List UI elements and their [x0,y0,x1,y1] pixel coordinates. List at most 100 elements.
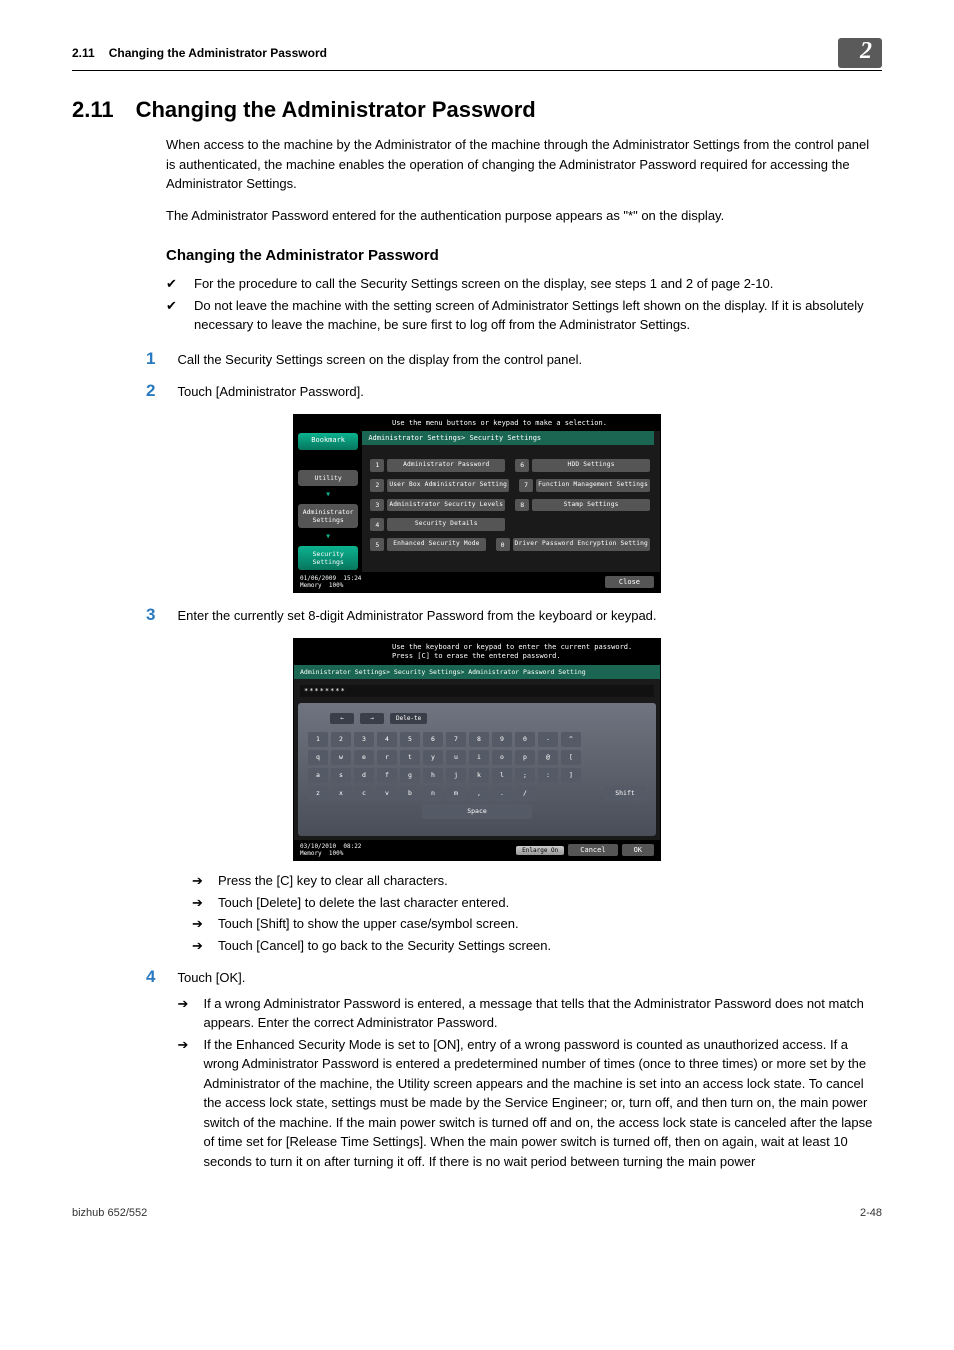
arrow-right-button[interactable]: → [360,713,384,724]
key[interactable]: d [354,768,374,783]
key[interactable]: r [377,750,397,765]
step-number-2: 2 [146,381,155,401]
panel-date: 03/10/2010 [300,843,336,850]
cancel-button[interactable]: Cancel [568,844,617,856]
panel-instruction-line2: Press [C] to erase the entered password. [392,652,654,661]
space-key[interactable]: Space [422,804,532,819]
key[interactable]: l [492,768,512,783]
key[interactable]: 9 [492,732,512,747]
key[interactable]: ; [515,768,535,783]
delete-button[interactable]: Dele-te [390,713,427,724]
menu-function-mgmt[interactable]: Function Management Settings [536,479,650,492]
key[interactable]: w [331,750,351,765]
chevron-down-icon: ▾ [298,534,358,540]
menu-stamp-settings[interactable]: Stamp Settings [532,499,650,512]
menu-admin-password[interactable]: Administrator Password [387,459,505,472]
step-text-1: Call the Security Settings screen on the… [177,350,882,370]
substep-3a: Press the [C] key to clear all character… [218,871,448,891]
arrow-right-icon: ➔ [192,936,208,956]
subheading: Changing the Administrator Password [166,247,874,264]
key[interactable]: t [400,750,420,765]
step-text-3: Enter the currently set 8-digit Administ… [177,606,882,626]
substep-3c: Touch [Shift] to show the upper case/sym… [218,914,519,934]
key[interactable]: 3 [354,732,374,747]
menu-security-details[interactable]: Security Details [387,518,505,531]
sidebar-security-settings[interactable]: Security Settings [298,546,358,570]
sidebar-utility[interactable]: Utility [298,470,358,486]
arrow-right-icon: ➔ [192,893,208,913]
key[interactable]: - [538,732,558,747]
ok-button[interactable]: OK [622,844,654,856]
key[interactable]: 0 [515,732,535,747]
footer-model: bizhub 652/552 [72,1207,147,1219]
key[interactable]: 8 [469,732,489,747]
keyboard-row-4: zxcvbnm,./ Shift [308,786,646,801]
key[interactable]: j [446,768,466,783]
screenshot-security-settings: Use the menu buttons or keypad to make a… [293,414,661,593]
checkmark-icon: ✔ [166,274,180,294]
menu-key-8[interactable]: 8 [515,499,529,512]
substep-4a: If a wrong Administrator Password is ent… [203,994,882,1033]
menu-key-4[interactable]: 4 [370,518,384,531]
key[interactable]: s [331,768,351,783]
key[interactable]: q [308,750,328,765]
sidebar-admin-settings[interactable]: Administrator Settings [298,504,358,528]
menu-userbox-admin[interactable]: User Box Administrator Setting [387,479,509,492]
key[interactable]: p [515,750,535,765]
key[interactable]: f [377,768,397,783]
menu-driver-pw-encrypt[interactable]: Driver Password Encryption Setting [513,538,650,551]
substep-3d: Touch [Cancel] to go back to the Securit… [218,936,551,956]
key[interactable]: 4 [377,732,397,747]
key[interactable]: u [446,750,466,765]
key[interactable]: h [423,768,443,783]
password-field[interactable]: ******** [300,685,654,697]
key[interactable]: o [492,750,512,765]
key[interactable]: 2 [331,732,351,747]
menu-hdd-settings[interactable]: HDD Settings [532,459,650,472]
key[interactable]: a [308,768,328,783]
chapter-badge: 2 [838,38,882,68]
key[interactable]: e [354,750,374,765]
menu-admin-sec-levels[interactable]: Administrator Security Levels [387,499,505,512]
key[interactable]: z [308,786,328,801]
key[interactable]: / [515,786,535,801]
panel-time: 08:22 [343,843,361,850]
close-button[interactable]: Close [605,576,654,588]
key[interactable]: 1 [308,732,328,747]
key[interactable]: m [446,786,466,801]
key[interactable]: b [400,786,420,801]
menu-key-3[interactable]: 3 [370,499,384,512]
key[interactable]: x [331,786,351,801]
key[interactable]: ^ [561,732,581,747]
panel-time: 15:24 [343,575,361,582]
menu-enhanced-security[interactable]: Enhanced Security Mode [387,538,485,551]
checkmark-icon: ✔ [166,296,180,335]
key[interactable]: y [423,750,443,765]
shift-key[interactable]: Shift [604,786,646,801]
key[interactable]: . [492,786,512,801]
key[interactable]: 5 [400,732,420,747]
key[interactable]: [ [561,750,581,765]
enlarge-toggle[interactable]: Enlarge On [516,846,564,855]
key[interactable]: 6 [423,732,443,747]
key[interactable]: : [538,768,558,783]
key[interactable]: i [469,750,489,765]
menu-key-1[interactable]: 1 [370,459,384,472]
key[interactable]: c [354,786,374,801]
key[interactable]: @ [538,750,558,765]
menu-key-6[interactable]: 6 [515,459,529,472]
menu-key-5[interactable]: 5 [370,538,384,551]
key[interactable]: 7 [446,732,466,747]
key[interactable]: ] [561,768,581,783]
menu-key-2[interactable]: 2 [370,479,384,492]
key[interactable]: v [377,786,397,801]
bookmark-tab[interactable]: Bookmark [298,433,358,450]
key[interactable]: k [469,768,489,783]
key[interactable]: , [469,786,489,801]
key[interactable]: n [423,786,443,801]
menu-key-7[interactable]: 7 [519,479,533,492]
key[interactable]: g [400,768,420,783]
breadcrumb: Administrator Settings> Security Setting… [362,431,654,445]
menu-key-0[interactable]: 0 [496,538,510,551]
arrow-left-button[interactable]: ← [330,713,354,724]
